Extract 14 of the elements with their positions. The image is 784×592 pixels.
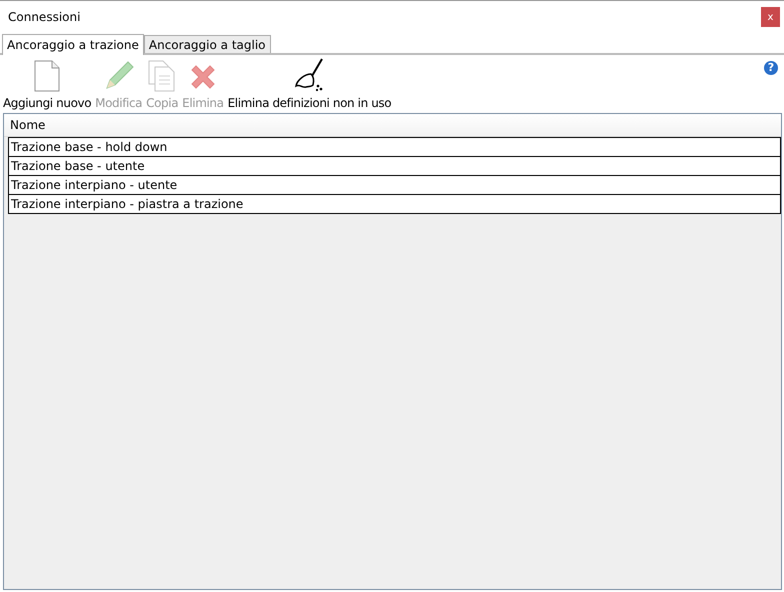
tool-label[interactable]: Aggiungi nuovo	[3, 96, 92, 110]
window-title: Connessioni	[8, 10, 80, 24]
table-cell: Trazione base - hold down	[11, 140, 168, 154]
close-button[interactable]: x	[761, 7, 780, 27]
copy-icon	[148, 60, 176, 92]
tab[interactable]: Ancoraggio a taglio	[144, 35, 271, 53]
column-header[interactable]: Nome	[10, 118, 46, 132]
table-cell: Trazione interpiano - piastra a trazione	[11, 197, 244, 211]
help-button[interactable]: ?	[764, 61, 778, 75]
table-cell: Trazione base - utente	[11, 159, 145, 173]
tab[interactable]: Ancoraggio a trazione	[2, 34, 144, 55]
tool-label[interactable]: Elimina definizioni non in uso	[228, 96, 392, 110]
document-icon	[34, 60, 60, 92]
table-cell: Trazione interpiano - utente	[11, 178, 178, 192]
